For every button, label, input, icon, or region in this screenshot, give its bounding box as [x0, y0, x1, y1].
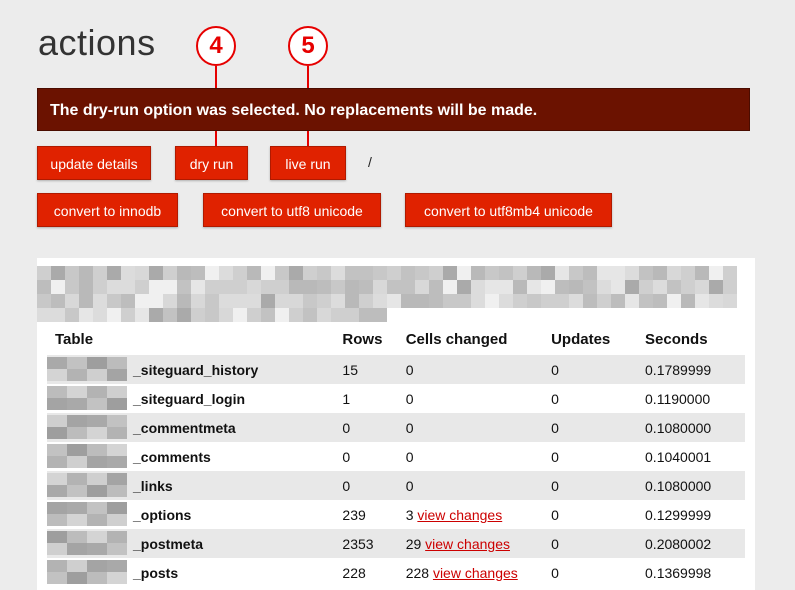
table-row: _options 239 3 view changes 0 0.1299999: [47, 500, 745, 529]
table-prefix-redaction: [47, 415, 127, 440]
convert-utf8mb4-button[interactable]: convert to utf8mb4 unicode: [405, 193, 612, 227]
table-name-cell: _posts: [47, 558, 342, 587]
results-table-panel: Table Rows Cells changed Updates Seconds…: [37, 324, 755, 590]
rows-cell: 0: [342, 448, 351, 465]
table-name-cell: _links: [47, 471, 343, 500]
rows-cell: 2353: [342, 529, 406, 558]
table-name-label: _options: [133, 506, 192, 523]
page-title: actions: [38, 22, 156, 63]
updates-cell: 0: [551, 413, 646, 442]
table-header-row: Table Rows Cells changed Updates Seconds: [47, 324, 745, 355]
table-prefix-redaction: [47, 560, 127, 585]
cells-changed-count: 0: [405, 419, 414, 436]
rows-cell: 1: [342, 390, 351, 407]
table-name-label: _siteguard_history: [133, 361, 259, 378]
table-prefix-redaction: [47, 473, 127, 498]
button-separator: /: [368, 154, 372, 170]
table-name-cell: _siteguard_login: [47, 384, 342, 413]
cells-changed-cell: 29 view changes: [405, 529, 552, 558]
table-prefix-redaction: [47, 502, 127, 527]
table-name-label: _siteguard_login: [133, 390, 246, 407]
seconds-cell: 0.1299999: [645, 506, 712, 523]
view-changes-link[interactable]: view changes: [433, 565, 518, 581]
cells-changed-cell: 3 view changes: [406, 500, 551, 529]
table-name-label: _posts: [133, 564, 179, 581]
updates-cell: 0: [551, 390, 559, 407]
updates-cell: 0: [551, 506, 559, 523]
table-name-cell: _postmeta: [47, 529, 343, 558]
rows-cell: 0: [342, 471, 406, 500]
seconds-cell: 0.1369998: [645, 564, 712, 581]
view-changes-link[interactable]: view changes: [417, 507, 502, 523]
table-row: _posts 228 228 view changes 0 0.1369998: [47, 558, 745, 587]
rows-cell: 15: [342, 355, 406, 384]
cells-changed-cell: 228 view changes: [406, 558, 551, 587]
updates-cell: 0: [551, 564, 559, 581]
table-row: _comments 0 0 0 0.1040001: [47, 442, 745, 471]
table-name-label: _postmeta: [133, 535, 204, 552]
header-table: Table: [55, 331, 94, 348]
table-name-cell: _siteguard_history: [47, 355, 343, 384]
header-updates: Updates: [551, 331, 611, 348]
updates-cell: 0: [551, 529, 646, 558]
updates-cell: 0: [551, 471, 646, 500]
rows-cell: 239: [342, 506, 366, 523]
seconds-cell: 0.2080002: [645, 529, 745, 558]
cells-changed-count: 228: [405, 564, 430, 581]
table-name-label: _links: [133, 477, 173, 494]
cells-changed-count: 0: [405, 477, 414, 494]
updates-cell: 0: [551, 355, 646, 384]
results-table-body: _siteguard_history 15 0 0 0.1789999 _siteguar…: [47, 355, 745, 587]
view-changes-link[interactable]: view changes: [425, 536, 510, 552]
table-name-cell: _options: [47, 500, 342, 529]
dry-run-notice: The dry-run option was selected. No repl…: [37, 88, 750, 131]
table-row: _commentmeta 0 0 0 0.1080000: [47, 413, 745, 442]
table-prefix-redaction: [47, 357, 127, 382]
seconds-cell: 0.1080000: [645, 413, 745, 442]
cells-changed-count: 29: [405, 535, 422, 552]
update-details-button[interactable]: update details: [37, 146, 151, 180]
convert-utf8-button[interactable]: convert to utf8 unicode: [203, 193, 381, 227]
seconds-cell: 0.1190000: [645, 390, 711, 407]
rows-cell: 0: [342, 413, 406, 442]
dry-run-button[interactable]: dry run: [175, 146, 248, 180]
cells-changed-count: 0: [405, 390, 414, 407]
table-prefix-redaction: [47, 531, 127, 556]
seconds-cell: 0.1080000: [645, 471, 745, 500]
cells-changed-cell: 0: [405, 355, 552, 384]
pixelated-redaction: [37, 258, 755, 324]
cells-changed-cell: 0: [405, 413, 552, 442]
cells-changed-count: 3: [405, 506, 414, 523]
table-name-cell: _comments: [47, 442, 342, 471]
table-name-cell: _commentmeta: [47, 413, 343, 442]
header-rows: Rows: [342, 331, 383, 348]
table-row: _postmeta 2353 29 view changes 0 0.2080002: [47, 529, 745, 558]
cells-changed-cell: 0: [405, 471, 552, 500]
callout-badge-4: 4: [196, 26, 236, 66]
page: actions 4 5 The dry-run option was selec…: [0, 0, 795, 590]
rows-cell: 228: [342, 564, 366, 581]
table-row: _siteguard_history 15 0 0 0.1789999: [47, 355, 745, 384]
cells-changed-count: 0: [405, 448, 414, 465]
header-seconds: Seconds: [645, 331, 708, 348]
live-run-button[interactable]: live run: [270, 146, 346, 180]
updates-cell: 0: [551, 448, 559, 465]
table-row: _siteguard_login 1 0 0 0.1190000: [47, 384, 745, 413]
cells-changed-cell: 0: [406, 442, 551, 471]
callout-badge-5: 5: [288, 26, 328, 66]
table-name-label: _comments: [133, 448, 211, 465]
seconds-cell: 0.1789999: [645, 355, 745, 384]
seconds-cell: 0.1040001: [645, 448, 712, 465]
cells-changed-count: 0: [405, 361, 414, 378]
table-prefix-redaction: [47, 444, 127, 469]
table-prefix-redaction: [47, 386, 127, 411]
results-table: Table Rows Cells changed Updates Seconds…: [47, 324, 745, 587]
convert-innodb-button[interactable]: convert to innodb: [37, 193, 178, 227]
table-name-label: _commentmeta: [133, 419, 236, 436]
header-cells-changed: Cells changed: [405, 331, 508, 348]
table-row: _links 0 0 0 0.1080000: [47, 471, 745, 500]
cells-changed-cell: 0: [406, 384, 551, 413]
